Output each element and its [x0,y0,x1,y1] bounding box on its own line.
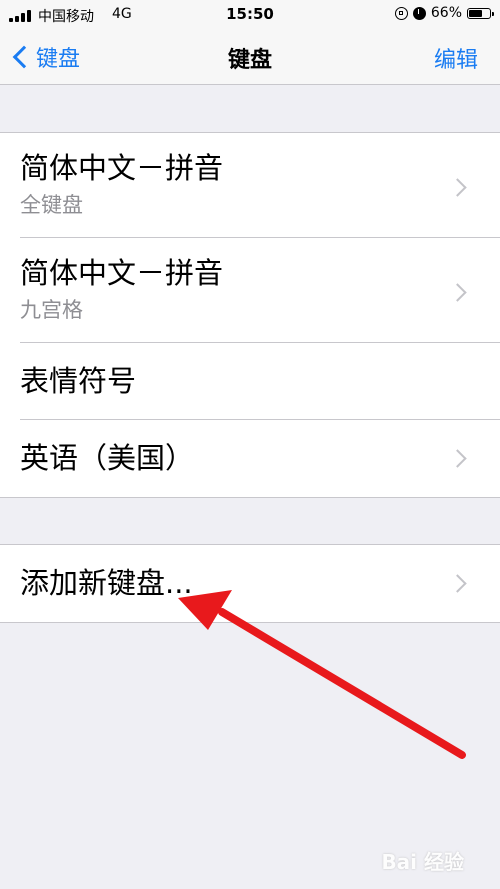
add-keyboard-label: 添加新键盘... [20,566,193,600]
status-bar: 中国移动 4G 15:50 66% [0,0,500,30]
battery-percent: 66% [430,5,462,21]
navigation-bar: 键盘 键盘 编辑 [0,30,500,85]
chevron-right-icon [448,574,467,593]
chevron-right-icon [448,283,467,302]
keyboard-row-emoji[interactable]: 表情符号 [20,343,500,420]
keyboard-title: 表情符号 [20,364,137,398]
keyboard-subtitle: 全键盘 [20,193,83,217]
watermark: Bai 经验 [381,850,464,874]
chevron-right-icon [448,449,467,468]
keyboard-title: 简体中文－拼音 [20,256,224,290]
add-keyboard-group: 添加新键盘... [0,544,500,623]
arrow-shaft [218,608,466,759]
keyboard-row-english-us[interactable]: 英语（美国） [20,420,500,497]
keyboard-list: 简体中文－拼音 全键盘 简体中文－拼音 九宫格 表情符号 英语（美国） [0,132,500,498]
chevron-right-icon [448,178,467,197]
page-title: 键盘 [227,48,272,73]
keyboard-row-pinyin-full[interactable]: 简体中文－拼音 全键盘 [20,133,500,238]
battery-icon [467,7,494,19]
alarm-icon [412,6,426,20]
keyboard-title: 简体中文－拼音 [20,151,224,185]
add-keyboard-button[interactable]: 添加新键盘... [20,545,500,622]
keyboard-title: 英语（美国） [20,441,195,475]
rotation-lock-icon [394,6,408,20]
status-right-group: 66% [394,5,494,21]
edit-button[interactable]: 编辑 [434,42,478,74]
keyboard-subtitle: 九宫格 [20,298,83,322]
battery-fill [469,9,483,17]
keyboard-row-pinyin-nine-grid[interactable]: 简体中文－拼音 九宫格 [20,238,500,343]
